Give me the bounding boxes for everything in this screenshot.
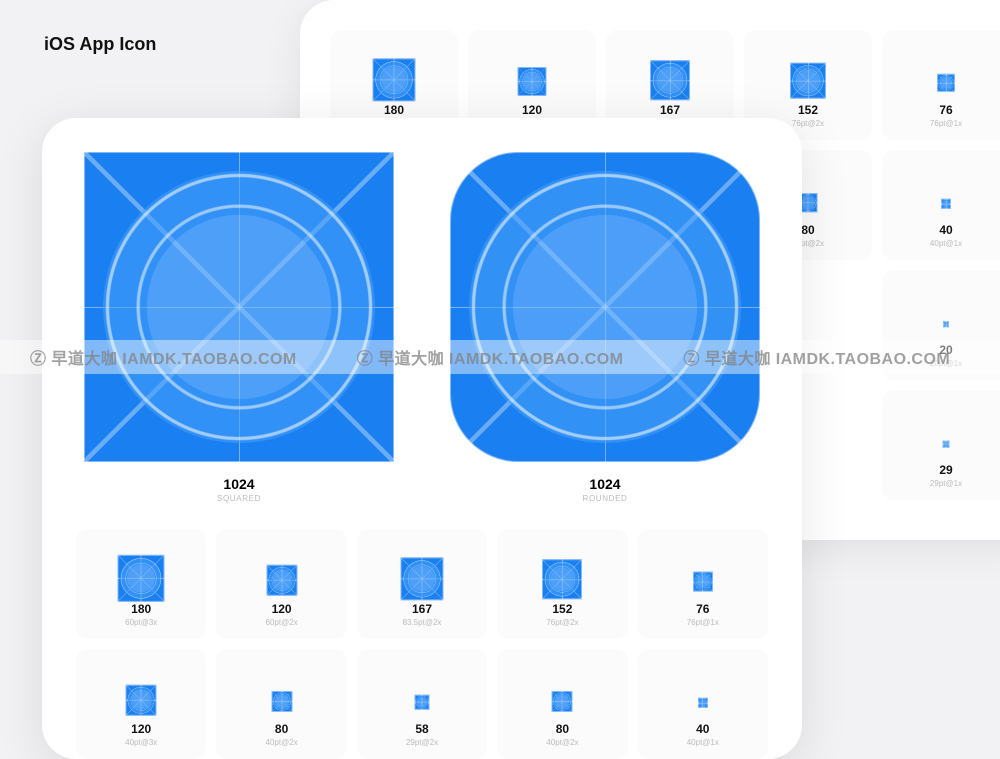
icon-size-tile: 152 76pt@2x bbox=[497, 529, 627, 639]
tile-pt-label: 76pt@2x bbox=[792, 119, 824, 128]
appicon-thumb bbox=[943, 321, 949, 327]
appicon-thumb bbox=[414, 695, 429, 710]
tile-size-label: 80 bbox=[556, 723, 569, 736]
icon-size-tile: 76 76pt@1x bbox=[638, 529, 768, 639]
tile-pt-label: 40pt@1x bbox=[930, 239, 962, 248]
appicon-thumb bbox=[693, 572, 713, 592]
hero-variant-label: ROUNDED bbox=[583, 494, 628, 503]
appicon-thumb bbox=[698, 698, 708, 708]
appicon-thumb bbox=[373, 58, 416, 101]
tile-size-label: 40 bbox=[696, 723, 709, 736]
tile-size-label: 152 bbox=[798, 104, 818, 117]
tile-size-label: 80 bbox=[275, 723, 288, 736]
hero-variant-label: SQUARED bbox=[217, 494, 261, 503]
tile-size-label: 120 bbox=[272, 603, 292, 616]
icon-size-tile: 58 29pt@2x bbox=[357, 649, 487, 759]
appicon-thumb bbox=[650, 60, 690, 100]
tile-size-label: 120 bbox=[522, 104, 542, 117]
appicon-thumb bbox=[126, 685, 157, 716]
tile-pt-label: 76pt@1x bbox=[930, 119, 962, 128]
icon-size-tile: 40 40pt@1x bbox=[882, 150, 1000, 260]
hero-rounded: 1024 ROUNDED bbox=[442, 152, 768, 503]
icon-size-tile: 167 83.5pt@2x bbox=[357, 529, 487, 639]
artboard-front: 1024 SQUARED 1024 ROUNDED 180 60pt@3x 120 6… bbox=[42, 118, 802, 759]
tile-pt-label: 60pt@3x bbox=[125, 618, 157, 627]
tile-pt-label: 29pt@1x bbox=[930, 479, 962, 488]
icon-size-tile: 120 60pt@2x bbox=[216, 529, 346, 639]
icon-size-tile: 29 29pt@1x bbox=[882, 390, 1000, 500]
tile-size-label: 180 bbox=[384, 104, 404, 117]
appicon-thumb bbox=[266, 565, 297, 596]
appicon-thumb bbox=[941, 199, 951, 209]
tile-size-label: 120 bbox=[131, 723, 151, 736]
tile-pt-label: 40pt@3x bbox=[125, 738, 157, 747]
appicon-thumb bbox=[790, 63, 826, 99]
appicon-thumb bbox=[542, 559, 582, 599]
appicon-thumb bbox=[271, 691, 292, 712]
tile-size-label: 167 bbox=[412, 603, 432, 616]
page-title: iOS App Icon bbox=[44, 34, 156, 55]
tile-size-label: 40 bbox=[939, 224, 952, 237]
hero-squared: 1024 SQUARED bbox=[76, 152, 402, 503]
tile-pt-label: 83.5pt@2x bbox=[403, 618, 442, 627]
tile-pt-label: 40pt@2x bbox=[266, 738, 298, 747]
tile-size-label: 152 bbox=[552, 603, 572, 616]
appicon-thumb bbox=[118, 555, 165, 602]
tile-size-label: 167 bbox=[660, 104, 680, 117]
tile-size-label: 76 bbox=[939, 104, 952, 117]
appicon-template-rounded bbox=[450, 152, 760, 462]
appicon-thumb bbox=[552, 691, 573, 712]
tile-pt-label: 76pt@2x bbox=[546, 618, 578, 627]
icon-size-tile: 180 60pt@3x bbox=[76, 529, 206, 639]
hero-size-label: 1024 bbox=[223, 476, 254, 492]
tile-pt-label: 40pt@1x bbox=[687, 738, 719, 747]
icon-size-tile: 76 76pt@1x bbox=[882, 30, 1000, 140]
tile-pt-label: 60pt@2x bbox=[266, 618, 298, 627]
appicon-thumb bbox=[518, 67, 547, 96]
icon-size-tile: 120 40pt@3x bbox=[76, 649, 206, 759]
appicon-thumb bbox=[400, 557, 443, 600]
tile-size-label: 29 bbox=[939, 464, 952, 477]
appicon-template-squared bbox=[84, 152, 394, 462]
tile-pt-label: 76pt@1x bbox=[687, 618, 719, 627]
icon-size-tile: 40 40pt@1x bbox=[638, 649, 768, 759]
tile-size-label: 20 bbox=[939, 344, 952, 357]
tile-pt-label: 29pt@2x bbox=[406, 738, 438, 747]
icon-size-tile: 80 40pt@2x bbox=[497, 649, 627, 759]
tile-pt-label: 40pt@2x bbox=[546, 738, 578, 747]
tile-size-label: 76 bbox=[696, 603, 709, 616]
icon-size-tile: 20 20pt@1x bbox=[882, 270, 1000, 380]
appicon-thumb bbox=[943, 441, 950, 448]
tile-pt-label: 20pt@1x bbox=[930, 359, 962, 368]
appicon-thumb bbox=[937, 74, 955, 92]
tile-size-label: 58 bbox=[415, 723, 428, 736]
icon-size-tile: 80 40pt@2x bbox=[216, 649, 346, 759]
hero-size-label: 1024 bbox=[589, 476, 620, 492]
tile-size-label: 80 bbox=[801, 224, 814, 237]
tile-size-label: 180 bbox=[131, 603, 151, 616]
